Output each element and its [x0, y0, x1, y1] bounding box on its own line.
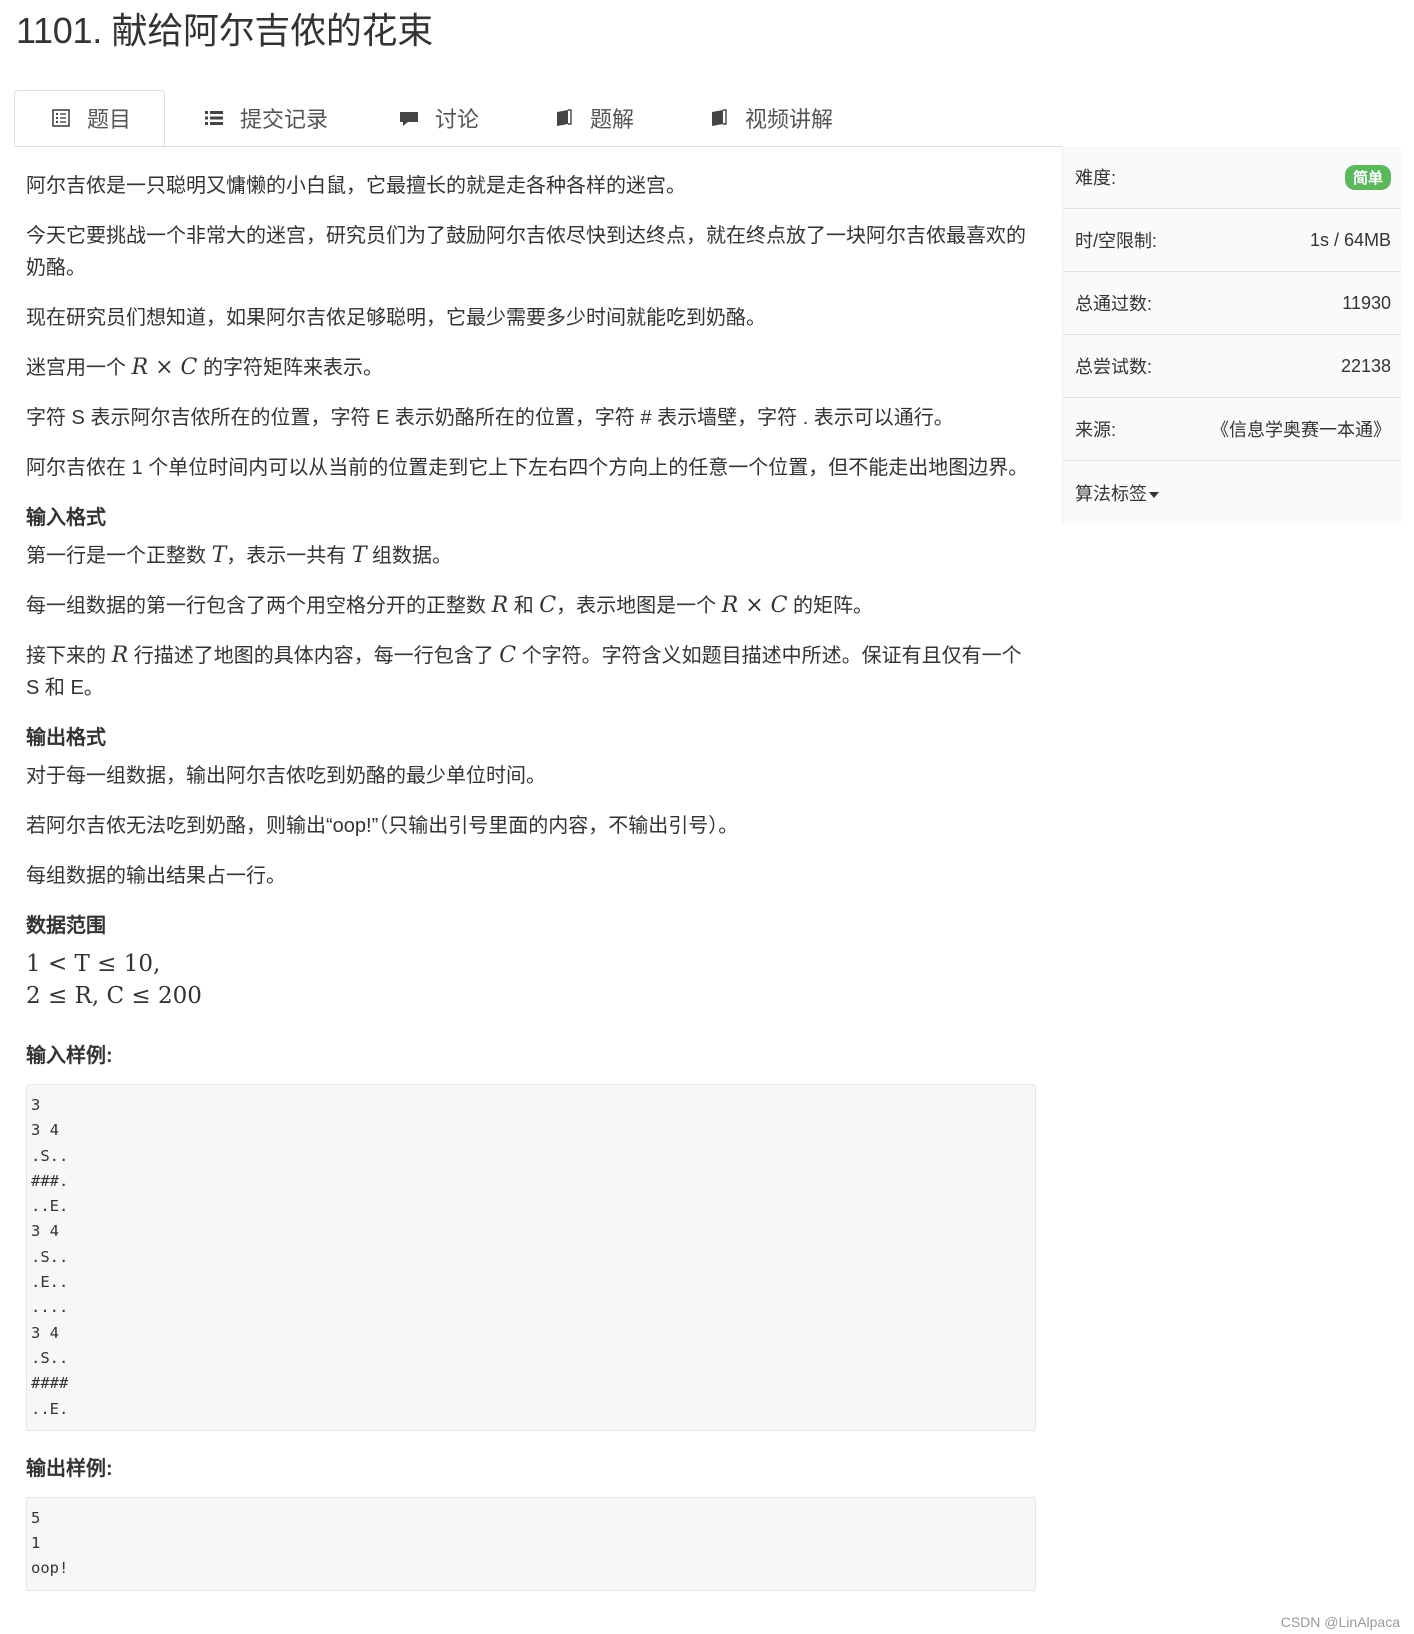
data-range: 1 < T ≤ 10, 2 ≤ R, C ≤ 200	[26, 948, 1036, 1012]
math-formula: R × C	[131, 355, 198, 380]
description-paragraph: 字符 S 表示阿尔吉侬所在的位置，字符 E 表示奶酪所在的位置，字符 # 表示墙…	[26, 407, 954, 429]
output-paragraph: 每组数据的输出结果占一行。	[26, 865, 286, 887]
math-formula: R × C	[721, 593, 788, 618]
info-sidebar: 难度: 简单 时/空限制: 1s / 64MB 总通过数: 11930 总尝试数…	[1062, 146, 1401, 524]
range-line: 1 < T ≤ 10,	[26, 951, 161, 977]
text: 的矩阵。	[787, 595, 874, 617]
description-paragraph: 迷宫用一个 R × C 的字符矩阵来表示。	[26, 352, 1036, 384]
tab-label: 视频讲解	[745, 107, 834, 132]
difficulty-row: 难度: 简单	[1063, 146, 1401, 209]
text: 迷宫用一个	[26, 357, 132, 379]
limit-value: 1s / 64MB	[1309, 229, 1391, 250]
input-format-heading: 输入格式	[26, 507, 106, 529]
difficulty-badge: 简单	[1344, 164, 1391, 190]
math-formula: R	[111, 643, 129, 668]
sample-output-block[interactable]: 5 1 oop!	[26, 1496, 1036, 1591]
limit-label: 时/空限制:	[1075, 231, 1158, 251]
tab-discussion[interactable]: 讨论	[399, 90, 479, 146]
text: ，表示地图是一个	[556, 595, 722, 617]
input-paragraph: 第一行是一个正整数 T，表示一共有 T 组数据。	[26, 540, 1036, 572]
math-formula: C	[499, 643, 517, 668]
text: 行描述了地图的具体内容，每一行包含了	[128, 645, 500, 667]
description-paragraph: 现在研究员们想知道，如果阿尔吉侬足够聪明，它最少需要多少时间就能吃到奶酪。	[26, 307, 766, 329]
tab-bar: 题目 提交记录 讨论 题解 视频讲解	[14, 90, 1400, 147]
output-format-heading: 输出格式	[26, 727, 106, 749]
limit-row: 时/空限制: 1s / 64MB	[1063, 209, 1401, 272]
page-title: 1101. 献给阿尔吉侬的花束	[16, 10, 433, 51]
passed-row: 总通过数: 11930	[1063, 272, 1401, 335]
tags-dropdown[interactable]: 算法标签	[1075, 480, 1159, 506]
watermark: CSDN @LinAlpaca	[1280, 1614, 1400, 1630]
output-paragraph: 若阿尔吉侬无法吃到奶酪，则输出“oop!”（只输出引号里面的内容，不输出引号）。	[26, 815, 739, 837]
passed-label: 总通过数:	[1075, 294, 1153, 314]
tags-label: 算法标签	[1075, 483, 1147, 504]
book-icon	[554, 108, 574, 128]
data-range-heading: 数据范围	[26, 915, 106, 937]
source-value[interactable]: 《信息学奥赛一本通》	[1211, 416, 1391, 442]
tried-label: 总尝试数:	[1075, 357, 1153, 377]
text: 和	[508, 595, 540, 617]
description-paragraph: 今天它要挑战一个非常大的迷宫，研究员们为了鼓励阿尔吉侬尽快到达终点，就在终点放了…	[26, 225, 1026, 279]
text: 每一组数据的第一行包含了两个用空格分开的正整数	[26, 595, 492, 617]
tried-row: 总尝试数: 22138	[1063, 335, 1401, 398]
caret-down-icon	[1149, 491, 1159, 498]
tab-submissions[interactable]: 提交记录	[204, 90, 328, 146]
math-formula: T	[211, 543, 227, 568]
source-label: 来源:	[1075, 420, 1117, 440]
text: 接下来的	[26, 645, 112, 667]
description-paragraph: 阿尔吉侬是一只聪明又慵懒的小白鼠，它最擅长的就是走各种各样的迷宫。	[26, 175, 686, 197]
text: 第一行是一个正整数	[26, 545, 212, 567]
tab-label: 讨论	[435, 107, 480, 132]
tab-label: 题解	[590, 107, 635, 132]
output-paragraph: 对于每一组数据，输出阿尔吉侬吃到奶酪的最少单位时间。	[26, 765, 546, 787]
tab-label: 提交记录	[240, 107, 329, 132]
passed-value: 11930	[1342, 292, 1391, 313]
source-row: 来源: 《信息学奥赛一本通》	[1063, 398, 1401, 461]
difficulty-label: 难度:	[1075, 168, 1117, 188]
tried-value: 22138	[1340, 355, 1391, 376]
tab-label: 题目	[87, 107, 132, 132]
text: ，表示一共有	[226, 545, 352, 567]
range-line: 2 ≤ R, C ≤ 200	[26, 983, 202, 1009]
document-list-icon	[51, 108, 71, 128]
text: 的字符矩阵来表示。	[197, 357, 383, 379]
description-paragraph: 阿尔吉侬在 1 个单位时间内可以从当前的位置走到它上下左右四个方向上的任意一个位…	[26, 457, 1029, 479]
tab-solutions[interactable]: 题解	[554, 90, 634, 146]
tags-row: 算法标签	[1063, 461, 1401, 524]
math-formula: C	[539, 593, 557, 618]
sample-output-heading: 输出样例:	[26, 1457, 113, 1480]
problem-content: 阿尔吉侬是一只聪明又慵懒的小白鼠，它最擅长的就是走各种各样的迷宫。 今天它要挑战…	[26, 170, 1036, 1591]
text: 组数据。	[366, 545, 453, 567]
input-paragraph: 接下来的 R 行描述了地图的具体内容，每一行包含了 C 个字符。字符含义如题目描…	[26, 640, 1036, 704]
input-paragraph: 每一组数据的第一行包含了两个用空格分开的正整数 R 和 C，表示地图是一个 R …	[26, 590, 1036, 622]
book-icon	[709, 108, 729, 128]
list-icon	[204, 108, 224, 128]
math-formula: T	[351, 543, 367, 568]
comment-icon	[399, 108, 419, 128]
sample-input-heading: 输入样例:	[26, 1045, 113, 1067]
tab-problem[interactable]: 题目	[14, 90, 165, 146]
sample-input-block[interactable]: 3 3 4 .S.. ###. ..E. 3 4 .S.. .E.. .... …	[26, 1084, 1036, 1431]
tab-video[interactable]: 视频讲解	[709, 90, 833, 146]
math-formula: R	[491, 593, 509, 618]
